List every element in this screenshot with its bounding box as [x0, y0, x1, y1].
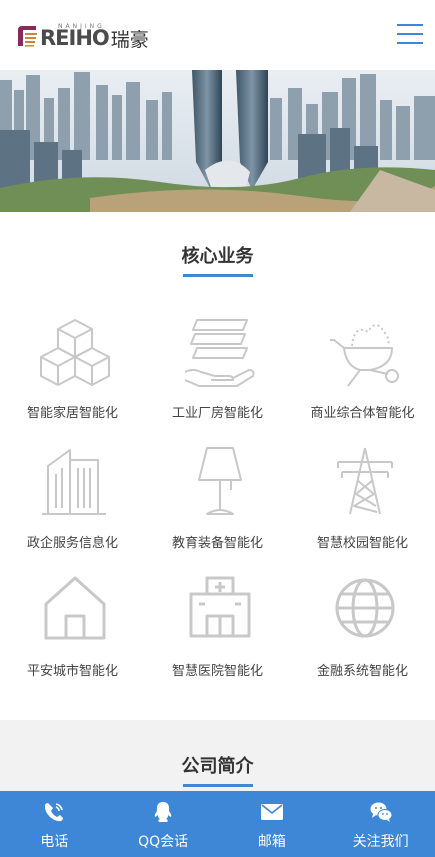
- biz-label: 政企服务信息化: [26, 536, 118, 551]
- cubes-icon: [40, 318, 110, 388]
- biz-item-education-equipment[interactable]: 教育装备智能化: [145, 446, 290, 566]
- logo-cn-text: 瑞豪: [110, 28, 149, 51]
- biz-label: 智慧校园智能化: [316, 536, 408, 551]
- biz-label: 商业综合体智能化: [310, 406, 415, 421]
- bottom-label: QQ会话: [138, 834, 189, 850]
- bottom-contact-bar: 电话 QQ会话 邮箱 关注我们: [0, 791, 435, 857]
- biz-label: 工业厂房智能化: [171, 406, 263, 421]
- qq-icon: [152, 801, 174, 823]
- title-underline: [183, 784, 253, 787]
- biz-item-smart-campus[interactable]: 智慧校园智能化: [290, 446, 435, 566]
- core-business-title: 核心业务: [181, 246, 254, 267]
- buildings-icon: [40, 446, 110, 516]
- power-tower-icon: [330, 446, 400, 516]
- bottom-label: 关注我们: [352, 834, 409, 850]
- bottom-item-mail[interactable]: 邮箱: [218, 791, 327, 857]
- wheelbarrow-icon: [324, 318, 400, 388]
- bottom-item-wechat[interactable]: 关注我们: [326, 791, 435, 857]
- biz-item-safe-city[interactable]: 平安城市智能化: [0, 574, 145, 694]
- biz-item-gov-enterprise[interactable]: 政企服务信息化: [0, 446, 145, 566]
- biz-label: 教育装备智能化: [171, 536, 263, 551]
- biz-item-commercial-complex[interactable]: 商业综合体智能化: [290, 318, 435, 438]
- biz-label: 金融系统智能化: [316, 664, 408, 679]
- biz-item-industrial-plant[interactable]: 工业厂房智能化: [145, 318, 290, 438]
- biz-item-financial-system[interactable]: 金融系统智能化: [290, 574, 435, 694]
- biz-label: 智慧医院智能化: [171, 664, 263, 679]
- house-icon: [40, 574, 110, 644]
- biz-item-smart-home[interactable]: 智能家居智能化: [0, 318, 145, 438]
- banner-image: [0, 70, 435, 212]
- biz-label: 平安城市智能化: [26, 664, 118, 679]
- logo-mark-icon: [16, 24, 38, 48]
- logo[interactable]: NANJING REIHO 瑞豪: [16, 22, 149, 51]
- phone-icon: [43, 801, 65, 823]
- globe-icon: [330, 574, 400, 644]
- wechat-icon: [370, 801, 393, 823]
- hospital-icon: [185, 574, 255, 644]
- bottom-item-phone[interactable]: 电话: [0, 791, 109, 857]
- bottom-label: 邮箱: [257, 834, 286, 850]
- biz-label: 智能家居智能化: [26, 406, 118, 421]
- bottom-label: 电话: [40, 834, 69, 850]
- title-underline: [183, 274, 253, 277]
- biz-item-smart-hospital[interactable]: 智慧医院智能化: [145, 574, 290, 694]
- lamp-icon: [185, 446, 255, 516]
- bottom-item-qq[interactable]: QQ会话: [109, 791, 218, 857]
- header: NANJING REIHO 瑞豪: [0, 0, 435, 70]
- hand-layers-icon: [184, 318, 255, 388]
- mail-icon: [260, 801, 283, 823]
- hamburger-menu-icon[interactable]: [397, 22, 423, 46]
- company-title: 公司简介: [181, 756, 254, 777]
- logo-sub-text: NANJING: [58, 23, 105, 30]
